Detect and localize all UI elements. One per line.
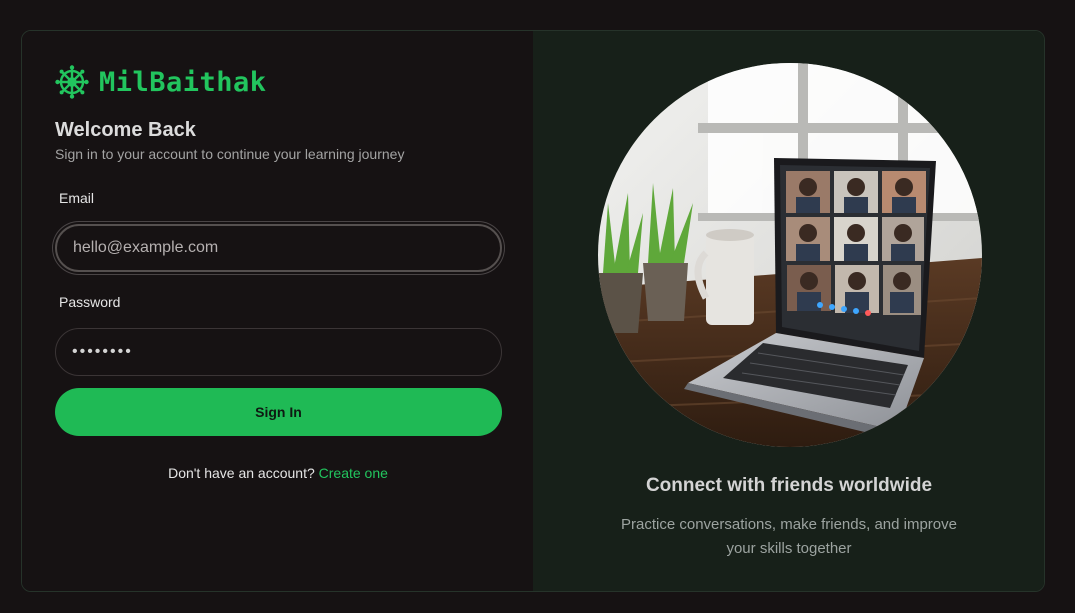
promo-description: Practice conversations, make friends, an… <box>621 516 957 557</box>
signup-prompt-text: Don't have an account? <box>168 465 315 481</box>
create-account-link[interactable]: Create one <box>319 465 388 481</box>
email-field[interactable] <box>55 224 502 272</box>
password-field[interactable] <box>55 328 502 376</box>
signup-prompt: Don't have an account? Create one <box>22 465 534 481</box>
login-card: MilBaithak Welcome Back Sign in to your … <box>21 30 1045 592</box>
brand-logo[interactable]: MilBaithak <box>55 65 267 99</box>
laptop-video-call-photo <box>598 63 982 447</box>
promo-title: Connect with friends worldwide <box>645 475 933 496</box>
email-label: Email <box>59 190 95 206</box>
sign-in-button[interactable]: Sign In <box>55 388 502 436</box>
dharma-wheel-icon <box>55 65 89 99</box>
password-label: Password <box>59 294 121 310</box>
login-panel: MilBaithak Welcome Back Sign in to your … <box>22 31 533 591</box>
brand-name: MilBaithak <box>99 66 267 98</box>
promo-panel: Connect with friends worldwide Practice … <box>533 31 1044 591</box>
page-title: Welcome Back <box>55 119 196 141</box>
page-subtitle: Sign in to your account to continue your… <box>55 146 405 162</box>
